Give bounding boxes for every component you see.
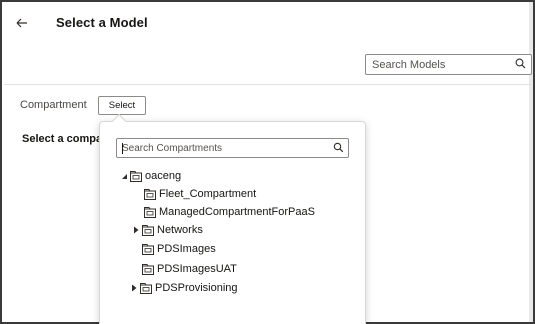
back-button[interactable] bbox=[14, 13, 30, 33]
tree-node-oaceng[interactable]: oaceng bbox=[120, 168, 181, 184]
page-title: Select a Model bbox=[56, 15, 148, 30]
search-models-input[interactable] bbox=[366, 55, 506, 74]
back-arrow-icon bbox=[16, 18, 27, 28]
tree-node-pdsimages[interactable]: PDSImages bbox=[142, 241, 216, 257]
search-icon[interactable] bbox=[515, 58, 526, 69]
tree-node-networks[interactable]: Networks bbox=[132, 222, 203, 238]
compartment-icon bbox=[142, 263, 154, 275]
select-compartment-heading: Select a compa bbox=[22, 133, 103, 145]
tree-node-managed-compartment-for-paas[interactable]: ManagedCompartmentForPaaS bbox=[144, 204, 315, 220]
tree-node-label: PDSImages bbox=[157, 243, 216, 255]
tree-node-label: PDSProvisioning bbox=[155, 282, 238, 294]
compartment-icon bbox=[142, 224, 154, 236]
compartment-icon bbox=[144, 188, 156, 200]
expand-triangle-icon[interactable] bbox=[130, 280, 138, 296]
tree-node-label: Fleet_Compartment bbox=[159, 188, 257, 200]
compartment-icon bbox=[144, 206, 156, 218]
tree-node-pdsimagesuat[interactable]: PDSImagesUAT bbox=[142, 261, 237, 277]
select-compartment-button[interactable]: Select bbox=[98, 96, 146, 115]
compartment-icon bbox=[130, 170, 142, 182]
tree-node-label: ManagedCompartmentForPaaS bbox=[159, 206, 315, 218]
tree-node-fleet-compartment[interactable]: Fleet_Compartment bbox=[144, 186, 256, 202]
scrollbar[interactable] bbox=[529, 2, 533, 322]
collapse-triangle-icon[interactable] bbox=[120, 168, 128, 184]
search-models-field[interactable] bbox=[365, 54, 532, 75]
text-cursor bbox=[122, 143, 123, 154]
search-icon[interactable] bbox=[333, 142, 344, 153]
compartment-label: Compartment bbox=[20, 99, 87, 111]
window-frame: Select a Model Compartment Select Select… bbox=[0, 0, 535, 324]
expand-triangle-icon[interactable] bbox=[132, 222, 140, 238]
header-divider bbox=[4, 84, 531, 85]
popup-pointer bbox=[111, 113, 127, 129]
tree-node-label: oaceng bbox=[145, 170, 182, 182]
search-compartments-input[interactable] bbox=[117, 139, 327, 157]
tree-node-label: PDSImagesUAT bbox=[157, 263, 237, 275]
tree-node-pdsprovisioning[interactable]: PDSProvisioning bbox=[130, 280, 238, 296]
compartment-icon bbox=[140, 282, 152, 294]
tree-node-label: Networks bbox=[157, 224, 203, 236]
compartment-icon bbox=[142, 243, 154, 255]
search-compartments-field[interactable] bbox=[116, 138, 349, 158]
compartment-picker-popup: oaceng Fleet_Compartment ManagedCompartm… bbox=[99, 113, 366, 324]
